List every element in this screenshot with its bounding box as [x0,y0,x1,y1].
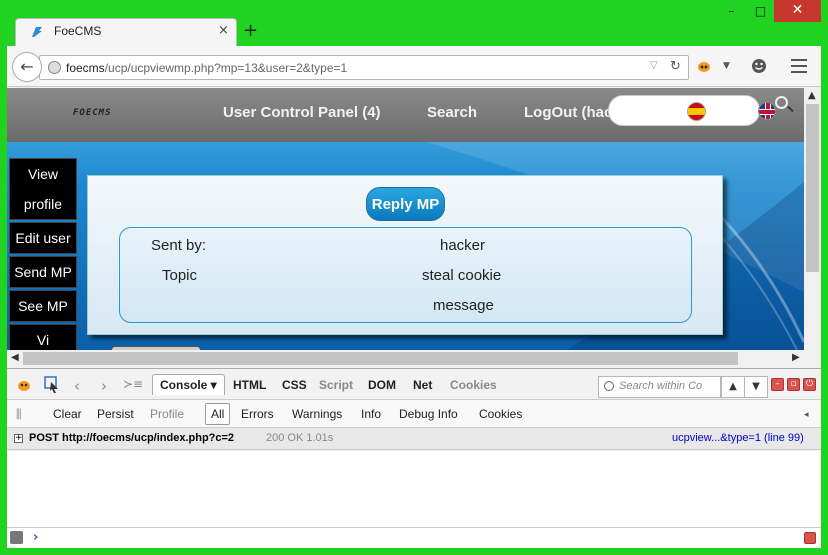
reload-icon[interactable]: ↻ [670,59,681,74]
ucp-link[interactable]: User Control Panel (4) [223,104,381,121]
favicon-icon [32,27,42,37]
search-prev-button[interactable]: ▲ [721,376,745,398]
back-arrow-icon: ← [20,57,34,76]
console-log-row[interactable]: + POST http://foecms/ucp/index.php?c=2 2… [7,428,821,450]
tab-html[interactable]: HTML [233,378,266,392]
side-panel-toggle-icon[interactable]: ◂ [804,409,809,420]
back-icon[interactable]: ‹ [74,377,80,395]
page-viewport: FOECMS User Control Panel (4) Search Log… [7,88,804,350]
firebug-toolbar: ‹ › ≻≡ Console ▾ HTML CSS Script DOM Net… [7,368,821,400]
console-toolbar: ⫼ Clear Persist Profile All Errors Warni… [7,400,821,428]
stack-icon[interactable]: ≻≡ [123,377,143,391]
reply-mp-button[interactable]: Reply MP [366,187,445,221]
new-tab-button[interactable]: + [243,20,258,41]
console-options-icon[interactable]: ⫼ [16,407,22,422]
inspect-icon[interactable] [44,376,60,394]
firebug-search-placeholder: Search within Co [619,380,703,392]
side-item-view-profile[interactable]: View profile [9,158,77,220]
site-search-input[interactable] [608,95,760,126]
command-close-icon[interactable] [804,532,816,544]
firebug-search-input[interactable]: Search within Co [598,376,721,398]
command-editor-icon[interactable] [10,531,23,544]
search-next-button[interactable]: ▼ [744,376,768,398]
firebug-power-icon[interactable]: ⏻ [803,378,816,391]
side-item-edit-user[interactable]: Edit user [9,222,77,254]
globe-icon [48,61,61,74]
console-output-area [7,451,821,527]
tab-dom[interactable]: DOM [368,378,396,392]
message-box: Sent by: hacker Topic steal cookie messa… [119,227,692,323]
tab-script[interactable]: Script [319,378,353,392]
url-host: foecms [66,61,105,75]
message-panel: Reply MP Sent by: hacker Topic steal coo… [87,175,723,335]
site-logo[interactable]: FOECMS [73,108,112,118]
tab-close-icon[interactable]: × [218,23,229,38]
filter-errors-button[interactable]: Errors [241,407,274,421]
smiley-icon[interactable] [751,58,767,74]
search-link[interactable]: Search [427,104,477,121]
firebug-menu-icon[interactable]: ▼ [723,61,730,71]
log-request: POST http://foecms/ucp/index.php?c=2 [29,432,235,444]
filter-cookies-button[interactable]: Cookies [479,407,522,421]
scroll-right-icon[interactable]: ▶ [792,352,800,363]
profile-button[interactable]: Profile [150,407,184,421]
scroll-left-icon[interactable]: ◀ [11,352,19,363]
command-line[interactable]: › [7,527,821,548]
filter-debug-button[interactable]: Debug Info [399,407,458,421]
side-menu: View profile Edit user Send MP See MP Vi [9,158,77,350]
scroll-up-icon[interactable]: ▲ [808,90,816,101]
prompt-icon: › [33,530,39,545]
site-header: FOECMS User Control Panel (4) Search Log… [7,88,804,142]
log-status: 200 OK 1.01s [266,432,334,444]
tab-cookies[interactable]: Cookies [450,378,497,392]
window-close-button[interactable]: ✕ [774,0,821,22]
search-icon [604,381,614,391]
tab-console[interactable]: Console ▾ [152,374,225,395]
side-item-see-mp[interactable]: See MP [9,290,77,322]
horizontal-scroll-thumb[interactable] [23,352,738,365]
browser-window: FoeCMS × + – □ ✕ foecms/ucp/ucpviewmp.ph… [7,0,821,548]
spanish-flag-icon[interactable] [687,102,706,121]
forward-icon[interactable]: › [101,377,107,395]
back-button[interactable]: ← [12,52,42,82]
url-text[interactable]: foecms/ucp/ucpviewmp.php?mp=13&user=2&ty… [66,61,347,75]
side-item-partial[interactable]: Vi [9,324,77,350]
log-source-link[interactable]: ucpview...&type=1 (line 99) [672,432,804,444]
filter-warnings-button[interactable]: Warnings [292,407,342,421]
persist-button[interactable]: Persist [97,407,134,421]
url-bar[interactable]: foecms/ucp/ucpviewmp.php?mp=13&user=2&ty… [39,55,689,80]
vertical-scrollbar[interactable]: ▲ [804,88,821,350]
tab-net[interactable]: Net [413,378,432,392]
clear-button[interactable]: Clear [53,407,82,421]
firebug-detach-icon[interactable]: ▫ [787,378,800,391]
side-item-send-mp[interactable]: Send MP [9,256,77,288]
tab-css[interactable]: CSS [282,378,307,392]
english-flag-icon[interactable] [758,102,776,120]
firebug-icon[interactable] [696,58,712,74]
filter-all-button[interactable]: All [205,403,231,425]
firebug-minimize-icon[interactable]: – [771,378,784,391]
firebug-bug-icon[interactable] [16,378,32,392]
tab-title: FoeCMS [54,24,102,38]
url-path: /ucp/ucpviewmp.php?mp=13&user=2&type=1 [104,61,348,75]
navigation-bar: foecms/ucp/ucpviewmp.php?mp=13&user=2&ty… [7,46,821,87]
search-icon[interactable] [775,96,788,109]
message-body: message [433,297,494,314]
url-dropdown-icon[interactable]: ▽ [650,60,658,71]
filter-info-button[interactable]: Info [361,407,381,421]
title-bar: FoeCMS × + – □ ✕ [7,0,821,46]
logout-link[interactable]: LogOut (hac [524,104,612,121]
maximize-button[interactable]: □ [748,0,773,22]
vertical-scroll-thumb[interactable] [806,104,819,272]
minimize-button[interactable]: – [719,0,744,22]
sent-by-label: Sent by: [151,237,207,254]
browser-tab[interactable]: FoeCMS × [15,18,237,46]
sent-by-value: hacker [440,237,486,254]
menu-icon[interactable] [791,59,807,73]
topic-label: Topic [162,267,198,284]
expand-icon[interactable]: + [14,434,23,443]
topic-value: steal cookie [422,267,502,284]
horizontal-scrollbar[interactable]: ◀ ▶ [7,350,804,367]
